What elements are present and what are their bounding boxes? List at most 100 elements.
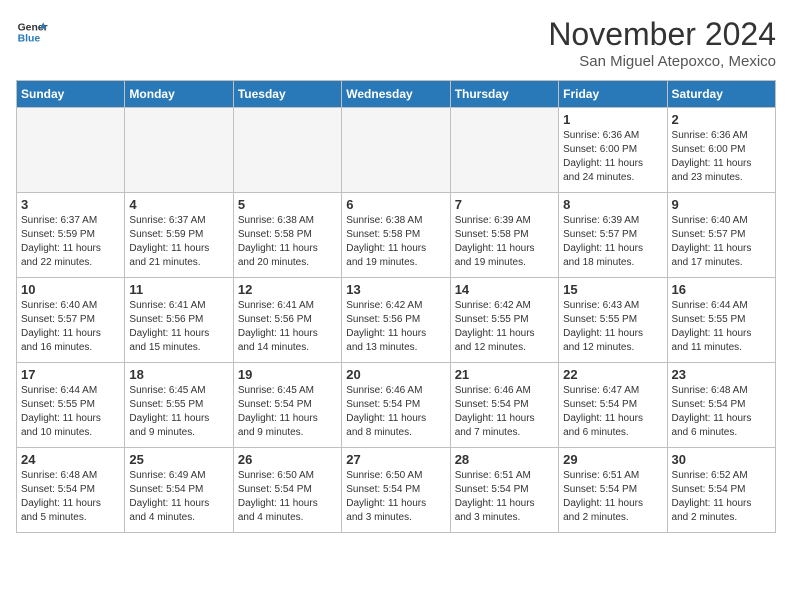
- day-number: 6: [346, 197, 445, 212]
- day-number: 20: [346, 367, 445, 382]
- calendar-cell: 13 Sunrise: 6:42 AM Sunset: 5:56 PM Dayli…: [342, 278, 450, 363]
- day-number: 21: [455, 367, 554, 382]
- day-info: Sunrise: 6:48 AM Sunset: 5:54 PM Dayligh…: [672, 384, 771, 440]
- day-number: 10: [21, 282, 120, 297]
- page-header: General Blue November 2024 San Miguel At…: [16, 16, 776, 70]
- day-info: Sunrise: 6:39 AM Sunset: 5:58 PM Dayligh…: [455, 214, 554, 270]
- calendar-cell: 9 Sunrise: 6:40 AM Sunset: 5:57 PM Daylig…: [667, 193, 775, 278]
- day-number: 15: [563, 282, 662, 297]
- weekday-header-tuesday: Tuesday: [233, 81, 341, 108]
- calendar-cell: 11 Sunrise: 6:41 AM Sunset: 5:56 PM Dayli…: [125, 278, 233, 363]
- weekday-header-thursday: Thursday: [450, 81, 558, 108]
- day-info: Sunrise: 6:52 AM Sunset: 5:54 PM Dayligh…: [672, 469, 771, 525]
- month-title: November 2024: [548, 16, 776, 53]
- day-number: 7: [455, 197, 554, 212]
- day-number: 12: [238, 282, 337, 297]
- calendar-cell: 26 Sunrise: 6:50 AM Sunset: 5:54 PM Dayli…: [233, 448, 341, 533]
- day-number: 18: [129, 367, 228, 382]
- calendar-cell: 25 Sunrise: 6:49 AM Sunset: 5:54 PM Dayli…: [125, 448, 233, 533]
- day-number: 29: [563, 452, 662, 467]
- logo-icon: General Blue: [16, 16, 48, 48]
- day-number: 1: [563, 112, 662, 127]
- weekday-header-saturday: Saturday: [667, 81, 775, 108]
- calendar-cell: 17Sunrise: 6:44 AM Sunset: 5:55 PM Dayli…: [17, 363, 125, 448]
- calendar-cell: 30 Sunrise: 6:52 AM Sunset: 5:54 PM Dayli…: [667, 448, 775, 533]
- day-number: 26: [238, 452, 337, 467]
- day-info: Sunrise: 6:36 AM Sunset: 6:00 PM Dayligh…: [672, 129, 771, 185]
- day-number: 4: [129, 197, 228, 212]
- calendar-cell: [233, 108, 341, 193]
- calendar-table: SundayMondayTuesdayWednesdayThursdayFrid…: [16, 80, 776, 533]
- day-info: Sunrise: 6:48 AM Sunset: 5:54 PM Dayligh…: [21, 469, 120, 525]
- day-info: Sunrise: 6:47 AM Sunset: 5:54 PM Dayligh…: [563, 384, 662, 440]
- day-info: Sunrise: 6:39 AM Sunset: 5:57 PM Dayligh…: [563, 214, 662, 270]
- svg-text:Blue: Blue: [18, 34, 41, 45]
- day-info: Sunrise: 6:50 AM Sunset: 5:54 PM Dayligh…: [238, 469, 337, 525]
- location-subtitle: San Miguel Atepoxco, Mexico: [548, 53, 776, 70]
- day-info: Sunrise: 6:37 AM Sunset: 5:59 PM Dayligh…: [21, 214, 120, 270]
- day-info: Sunrise: 6:36 AM Sunset: 6:00 PM Dayligh…: [563, 129, 662, 185]
- day-number: 27: [346, 452, 445, 467]
- day-number: 14: [455, 282, 554, 297]
- calendar-cell: 24 Sunrise: 6:48 AM Sunset: 5:54 PM Dayli…: [17, 448, 125, 533]
- calendar-cell: [125, 108, 233, 193]
- day-info: Sunrise: 6:46 AM Sunset: 5:54 PM Dayligh…: [346, 384, 445, 440]
- calendar-cell: 7 Sunrise: 6:39 AM Sunset: 5:58 PM Daylig…: [450, 193, 558, 278]
- day-info: Sunrise: 6:41 AM Sunset: 5:56 PM Dayligh…: [129, 299, 228, 355]
- calendar-cell: [450, 108, 558, 193]
- day-info: Sunrise: 6:40 AM Sunset: 5:57 PM Dayligh…: [21, 299, 120, 355]
- day-number: 2: [672, 112, 771, 127]
- calendar-cell: 15 Sunrise: 6:43 AM Sunset: 5:55 PM Dayli…: [559, 278, 667, 363]
- calendar-cell: 19Sunrise: 6:45 AM Sunset: 5:54 PM Dayli…: [233, 363, 341, 448]
- day-number: 13: [346, 282, 445, 297]
- calendar-cell: 28 Sunrise: 6:51 AM Sunset: 5:54 PM Dayli…: [450, 448, 558, 533]
- calendar-cell: 12 Sunrise: 6:41 AM Sunset: 5:56 PM Dayli…: [233, 278, 341, 363]
- weekday-header-monday: Monday: [125, 81, 233, 108]
- day-number: 16: [672, 282, 771, 297]
- day-number: 22: [563, 367, 662, 382]
- calendar-cell: 18 Sunrise: 6:45 AM Sunset: 5:55 PM Dayli…: [125, 363, 233, 448]
- calendar-cell: 23 Sunrise: 6:48 AM Sunset: 5:54 PM Dayli…: [667, 363, 775, 448]
- day-info: Sunrise: 6:44 AM Sunset: 5:55 PM Dayligh…: [21, 384, 120, 440]
- day-number: 30: [672, 452, 771, 467]
- day-info: Sunrise: 6:41 AM Sunset: 5:56 PM Dayligh…: [238, 299, 337, 355]
- day-info: Sunrise: 6:44 AM Sunset: 5:55 PM Dayligh…: [672, 299, 771, 355]
- calendar-cell: [17, 108, 125, 193]
- day-number: 19: [238, 367, 337, 382]
- day-info: Sunrise: 6:45 AM Sunset: 5:55 PM Dayligh…: [129, 384, 228, 440]
- weekday-header-wednesday: Wednesday: [342, 81, 450, 108]
- weekday-header-friday: Friday: [559, 81, 667, 108]
- calendar-cell: 10 Sunrise: 6:40 AM Sunset: 5:57 PM Dayli…: [17, 278, 125, 363]
- day-number: 25: [129, 452, 228, 467]
- day-info: Sunrise: 6:51 AM Sunset: 5:54 PM Dayligh…: [455, 469, 554, 525]
- day-number: 8: [563, 197, 662, 212]
- day-info: Sunrise: 6:42 AM Sunset: 5:56 PM Dayligh…: [346, 299, 445, 355]
- logo: General Blue: [16, 16, 48, 48]
- calendar-cell: 22 Sunrise: 6:47 AM Sunset: 5:54 PM Dayli…: [559, 363, 667, 448]
- day-number: 24: [21, 452, 120, 467]
- day-number: 11: [129, 282, 228, 297]
- day-info: Sunrise: 6:46 AM Sunset: 5:54 PM Dayligh…: [455, 384, 554, 440]
- day-info: Sunrise: 6:43 AM Sunset: 5:55 PM Dayligh…: [563, 299, 662, 355]
- day-number: 9: [672, 197, 771, 212]
- calendar-cell: 8 Sunrise: 6:39 AM Sunset: 5:57 PM Daylig…: [559, 193, 667, 278]
- weekday-header-sunday: Sunday: [17, 81, 125, 108]
- calendar-cell: 2 Sunrise: 6:36 AM Sunset: 6:00 PM Daylig…: [667, 108, 775, 193]
- day-info: Sunrise: 6:40 AM Sunset: 5:57 PM Dayligh…: [672, 214, 771, 270]
- calendar-cell: 1 Sunrise: 6:36 AM Sunset: 6:00 PM Daylig…: [559, 108, 667, 193]
- day-info: Sunrise: 6:38 AM Sunset: 5:58 PM Dayligh…: [346, 214, 445, 270]
- calendar-cell: 3 Sunrise: 6:37 AM Sunset: 5:59 PM Daylig…: [17, 193, 125, 278]
- calendar-cell: 20 Sunrise: 6:46 AM Sunset: 5:54 PM Dayli…: [342, 363, 450, 448]
- day-number: 23: [672, 367, 771, 382]
- calendar-cell: 16 Sunrise: 6:44 AM Sunset: 5:55 PM Dayli…: [667, 278, 775, 363]
- day-number: 3: [21, 197, 120, 212]
- day-info: Sunrise: 6:49 AM Sunset: 5:54 PM Dayligh…: [129, 469, 228, 525]
- calendar-cell: 14 Sunrise: 6:42 AM Sunset: 5:55 PM Dayli…: [450, 278, 558, 363]
- day-info: Sunrise: 6:42 AM Sunset: 5:55 PM Dayligh…: [455, 299, 554, 355]
- calendar-cell: 21 Sunrise: 6:46 AM Sunset: 5:54 PM Dayli…: [450, 363, 558, 448]
- day-info: Sunrise: 6:37 AM Sunset: 5:59 PM Dayligh…: [129, 214, 228, 270]
- day-number: 28: [455, 452, 554, 467]
- title-block: November 2024 San Miguel Atepoxco, Mexic…: [548, 16, 776, 70]
- calendar-cell: 6 Sunrise: 6:38 AM Sunset: 5:58 PM Daylig…: [342, 193, 450, 278]
- calendar-cell: 4 Sunrise: 6:37 AM Sunset: 5:59 PM Daylig…: [125, 193, 233, 278]
